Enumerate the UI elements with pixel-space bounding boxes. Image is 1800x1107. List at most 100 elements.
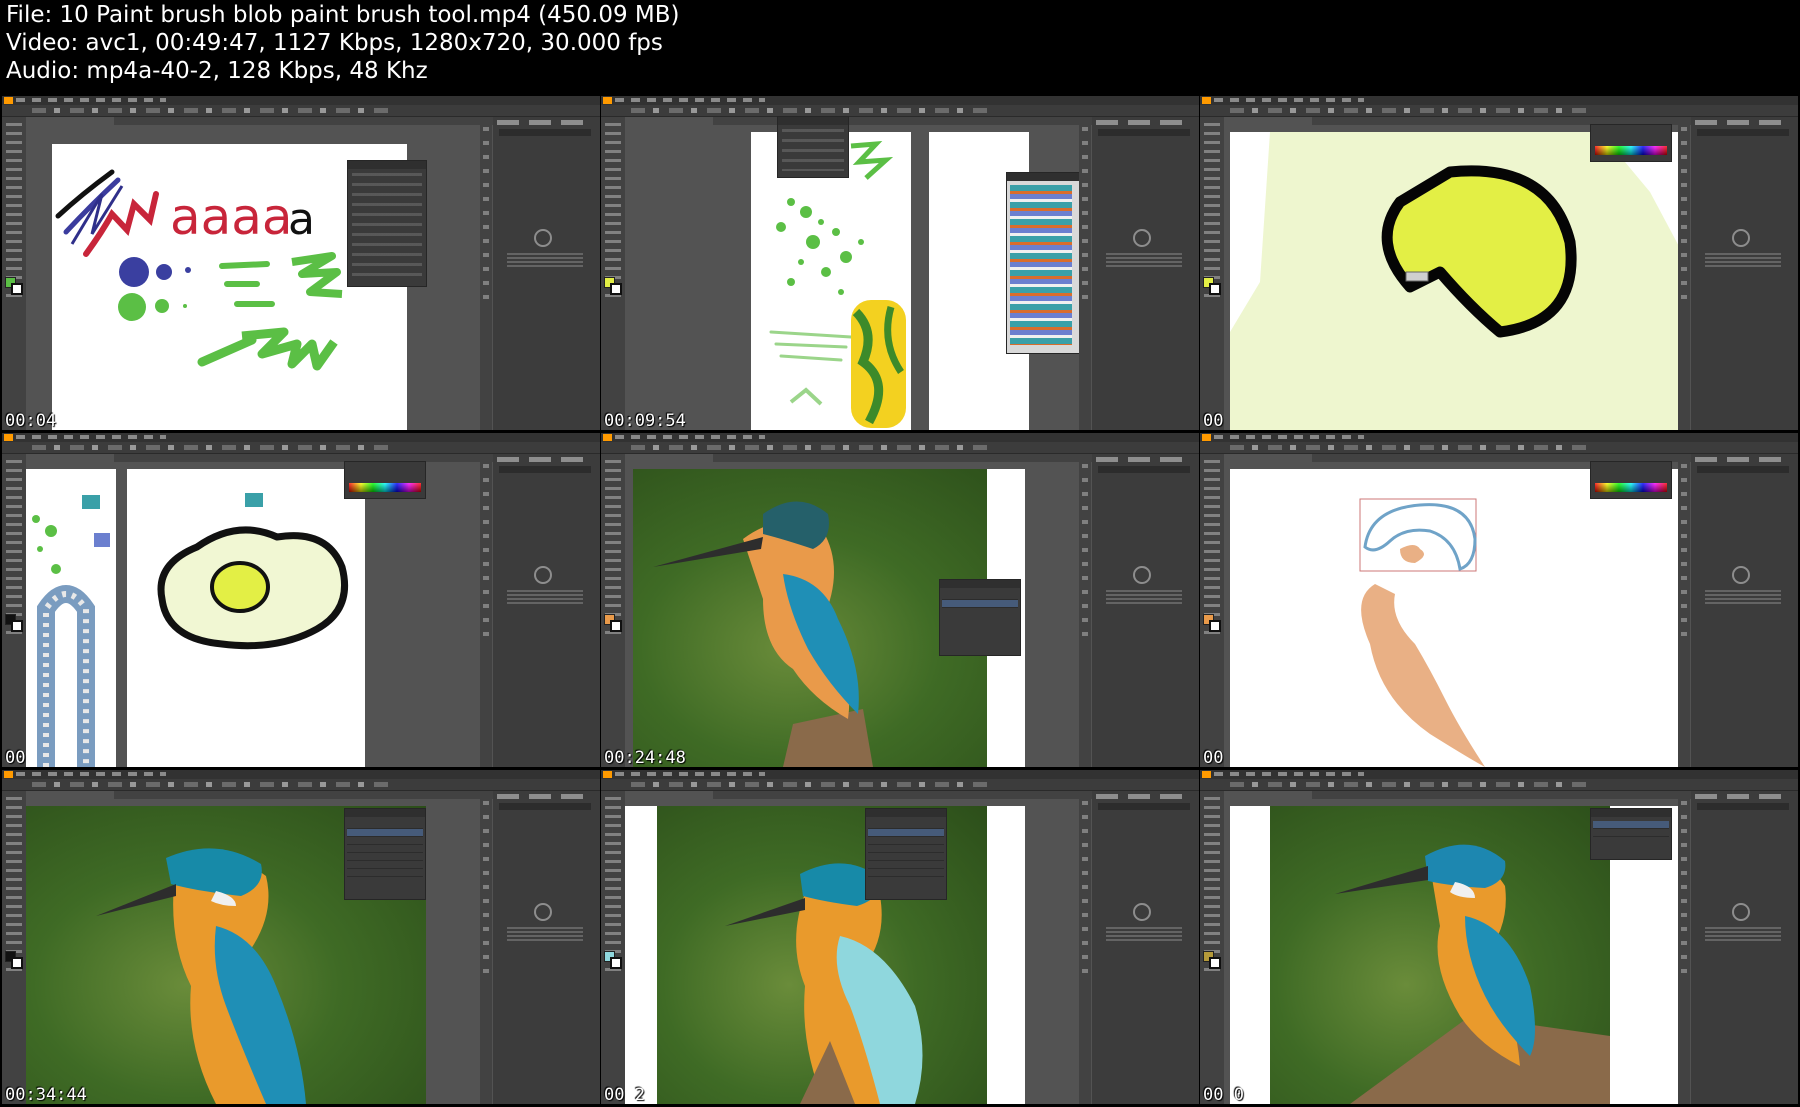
video-info-line: Video: avc1, 00:49:47, 1127 Kbps, 1280x7… (6, 30, 663, 56)
libraries-panel (1092, 791, 1199, 1104)
panel-strip (480, 791, 492, 1104)
app-logo-icon (603, 434, 612, 441)
cloud-icon (534, 566, 552, 584)
file-info-line: File: 10 Paint brush blob paint brush to… (6, 2, 680, 28)
app-logo-icon (603, 771, 612, 778)
timestamp: 00:24:48 (604, 748, 686, 767)
document-tab-bar (627, 791, 1099, 799)
menu-bar (601, 433, 1199, 442)
app-logo-icon (1202, 771, 1211, 778)
stroke-panel[interactable] (347, 160, 427, 287)
timestamp: 00 (1203, 411, 1224, 430)
color-panel[interactable] (1590, 461, 1672, 499)
tools-panel (2, 117, 26, 430)
tools-panel (601, 454, 625, 767)
cloud-icon (1732, 903, 1750, 921)
timestamp: 00 (5, 748, 26, 767)
libraries-panel (493, 117, 600, 430)
control-bar (601, 442, 1199, 454)
app-logo-icon (603, 97, 612, 104)
libraries-panel (1092, 454, 1199, 767)
control-bar (601, 779, 1199, 791)
layers-panel[interactable] (344, 808, 426, 900)
control-bar (2, 779, 600, 791)
cloud-icon (1133, 229, 1151, 247)
audio-info-line: Audio: mp4a-40-2, 128 Kbps, 48 Khz (6, 58, 428, 84)
timestamp: 00 (1203, 748, 1224, 767)
thumbnail-9[interactable]: 00 0 (1200, 770, 1798, 1104)
timestamp: 00:09:54 (604, 411, 686, 430)
svg-text:aaaa: aaaa (170, 188, 293, 246)
panel-strip (480, 117, 492, 430)
artboard[interactable] (1230, 469, 1682, 767)
document-tab-bar (28, 454, 500, 462)
document-tab-bar (28, 117, 500, 125)
document-tab-bar (28, 791, 500, 799)
timestamp: 00 2 (604, 1085, 645, 1104)
thumbnail-4[interactable]: 00 (2, 433, 600, 767)
cloud-icon (1732, 229, 1750, 247)
control-bar (2, 442, 600, 454)
menu-bar (2, 770, 600, 779)
tools-panel (1200, 454, 1224, 767)
thumbnail-8[interactable]: 00 2 (601, 770, 1199, 1104)
color-panel[interactable] (1590, 124, 1672, 162)
menu-bar (601, 96, 1199, 105)
app-logo-icon (4, 434, 13, 441)
artboard[interactable] (1230, 132, 1682, 430)
control-bar (1200, 105, 1798, 117)
tools-panel (2, 791, 26, 1104)
thumbnail-7[interactable]: 00:34:44 (2, 770, 600, 1104)
brush-library-panel[interactable] (1006, 172, 1086, 354)
cloud-icon (1133, 566, 1151, 584)
thumbnail-2[interactable]: 00:09:54 (601, 96, 1199, 430)
cloud-icon (534, 903, 552, 921)
menu-bar (2, 96, 600, 105)
tools-panel (601, 117, 625, 430)
tools-panel (1200, 117, 1224, 430)
cloud-icon (1732, 566, 1750, 584)
app-logo-icon (1202, 434, 1211, 441)
thumbnail-5[interactable]: 00:24:48 (601, 433, 1199, 767)
artboard[interactable] (625, 806, 1025, 1104)
app-logo-icon (4, 771, 13, 778)
panel-strip (1079, 117, 1091, 430)
svg-text:a: a (288, 194, 315, 245)
cloud-icon (534, 229, 552, 247)
app-logo-icon (4, 97, 13, 104)
panel-strip (1678, 791, 1690, 1104)
brush-type-popup[interactable] (777, 116, 849, 178)
menu-bar (1200, 433, 1798, 442)
thumbnail-1[interactable]: aaaa a 00:04 (2, 96, 600, 430)
timestamp: 00 0 (1203, 1085, 1244, 1104)
artboard[interactable] (127, 469, 365, 767)
document-tab-bar (627, 117, 1099, 125)
panel-strip (1079, 791, 1091, 1104)
panel-strip (1079, 454, 1091, 767)
menu-bar (2, 433, 600, 442)
control-bar (1200, 442, 1798, 454)
libraries-panel (1691, 117, 1798, 430)
panel-strip (480, 454, 492, 767)
color-panel[interactable] (344, 461, 426, 499)
panel-strip (1678, 117, 1690, 430)
thumbnail-3[interactable]: 00 (1200, 96, 1798, 430)
app-logo-icon (1202, 97, 1211, 104)
artboard-left (26, 469, 116, 767)
tools-panel (601, 791, 625, 1104)
libraries-panel (1691, 454, 1798, 767)
timestamp: 00:04 (5, 411, 57, 430)
thumbnail-6[interactable]: 00 (1200, 433, 1798, 767)
timestamp: 00:34:44 (5, 1085, 87, 1104)
control-bar (2, 105, 600, 117)
layers-panel[interactable] (865, 808, 947, 900)
panel-strip (1678, 454, 1690, 767)
document-tab-bar (627, 454, 1099, 462)
layers-panel[interactable] (939, 579, 1021, 656)
layers-panel[interactable] (1590, 808, 1672, 860)
tools-panel (2, 454, 26, 767)
menu-bar (601, 770, 1199, 779)
control-bar (1200, 779, 1798, 791)
menu-bar (1200, 96, 1798, 105)
tools-panel (1200, 791, 1224, 1104)
